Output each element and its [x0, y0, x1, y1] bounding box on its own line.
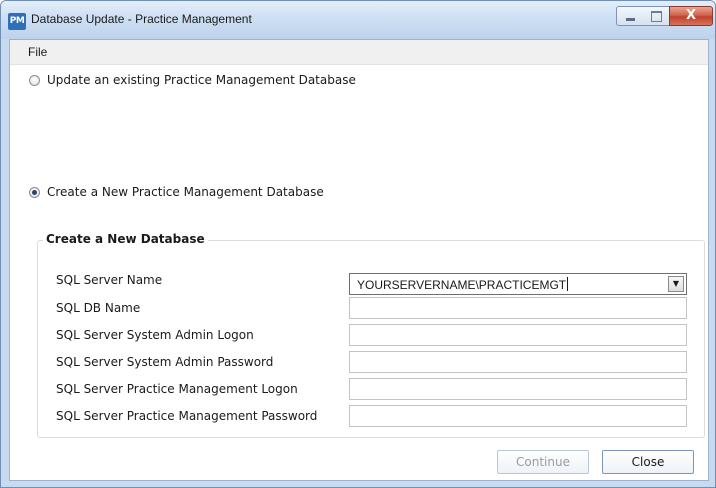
- pm-password-label: SQL Server Practice Management Password: [56, 409, 318, 423]
- pm-password-field[interactable]: [349, 405, 687, 427]
- title-bar[interactable]: PM Database Update - Practice Management…: [1, 1, 715, 39]
- menu-bar: File: [10, 40, 708, 65]
- create-new-radio[interactable]: [29, 186, 40, 198]
- app-window: PM Database Update - Practice Management…: [0, 0, 716, 488]
- close-window-button[interactable]: X: [669, 6, 713, 26]
- pm-logon-label: SQL Server Practice Management Logon: [56, 382, 298, 396]
- db-name-label: SQL DB Name: [56, 301, 141, 315]
- close-icon: X: [685, 8, 697, 23]
- option-update-existing[interactable]: Update an existing Practice Management D…: [29, 72, 356, 88]
- admin-password-label: SQL Server System Admin Password: [56, 355, 274, 369]
- admin-logon-field[interactable]: [349, 324, 687, 346]
- admin-password-field[interactable]: [349, 351, 687, 373]
- update-existing-label[interactable]: Update an existing Practice Management D…: [47, 73, 356, 87]
- text-caret: [567, 277, 569, 291]
- server-name-label: SQL Server Name: [56, 273, 163, 287]
- pm-app-icon[interactable]: PM: [8, 13, 26, 30]
- pm-logon-field[interactable]: [349, 378, 687, 400]
- admin-logon-label: SQL Server System Admin Logon: [56, 328, 254, 342]
- dialog-client-area: File Update an existing Practice Managem…: [9, 39, 709, 481]
- minimize-button[interactable]: [616, 6, 644, 26]
- create-database-group: Create a New Database SQL Server Name YO…: [37, 232, 705, 438]
- window-title: Database Update - Practice Management: [31, 12, 252, 26]
- menu-file[interactable]: File: [28, 45, 47, 59]
- update-existing-radio[interactable]: [29, 74, 40, 86]
- group-title: Create a New Database: [43, 232, 208, 246]
- maximize-button[interactable]: [643, 6, 670, 26]
- option-create-new[interactable]: Create a New Practice Management Databas…: [29, 184, 324, 200]
- close-button[interactable]: Close: [602, 450, 694, 474]
- continue-button[interactable]: Continue: [497, 450, 589, 474]
- db-name-field[interactable]: [349, 297, 687, 319]
- chevron-down-icon[interactable]: ▼: [668, 276, 684, 292]
- maximize-icon: [651, 11, 662, 22]
- create-new-label[interactable]: Create a New Practice Management Databas…: [47, 185, 324, 199]
- server-name-combo[interactable]: YOURSERVERNAME\PRACTICEMGT ▼: [349, 273, 687, 295]
- minimize-icon: [626, 18, 635, 21]
- server-name-value[interactable]: YOURSERVERNAME\PRACTICEMGT: [357, 277, 569, 292]
